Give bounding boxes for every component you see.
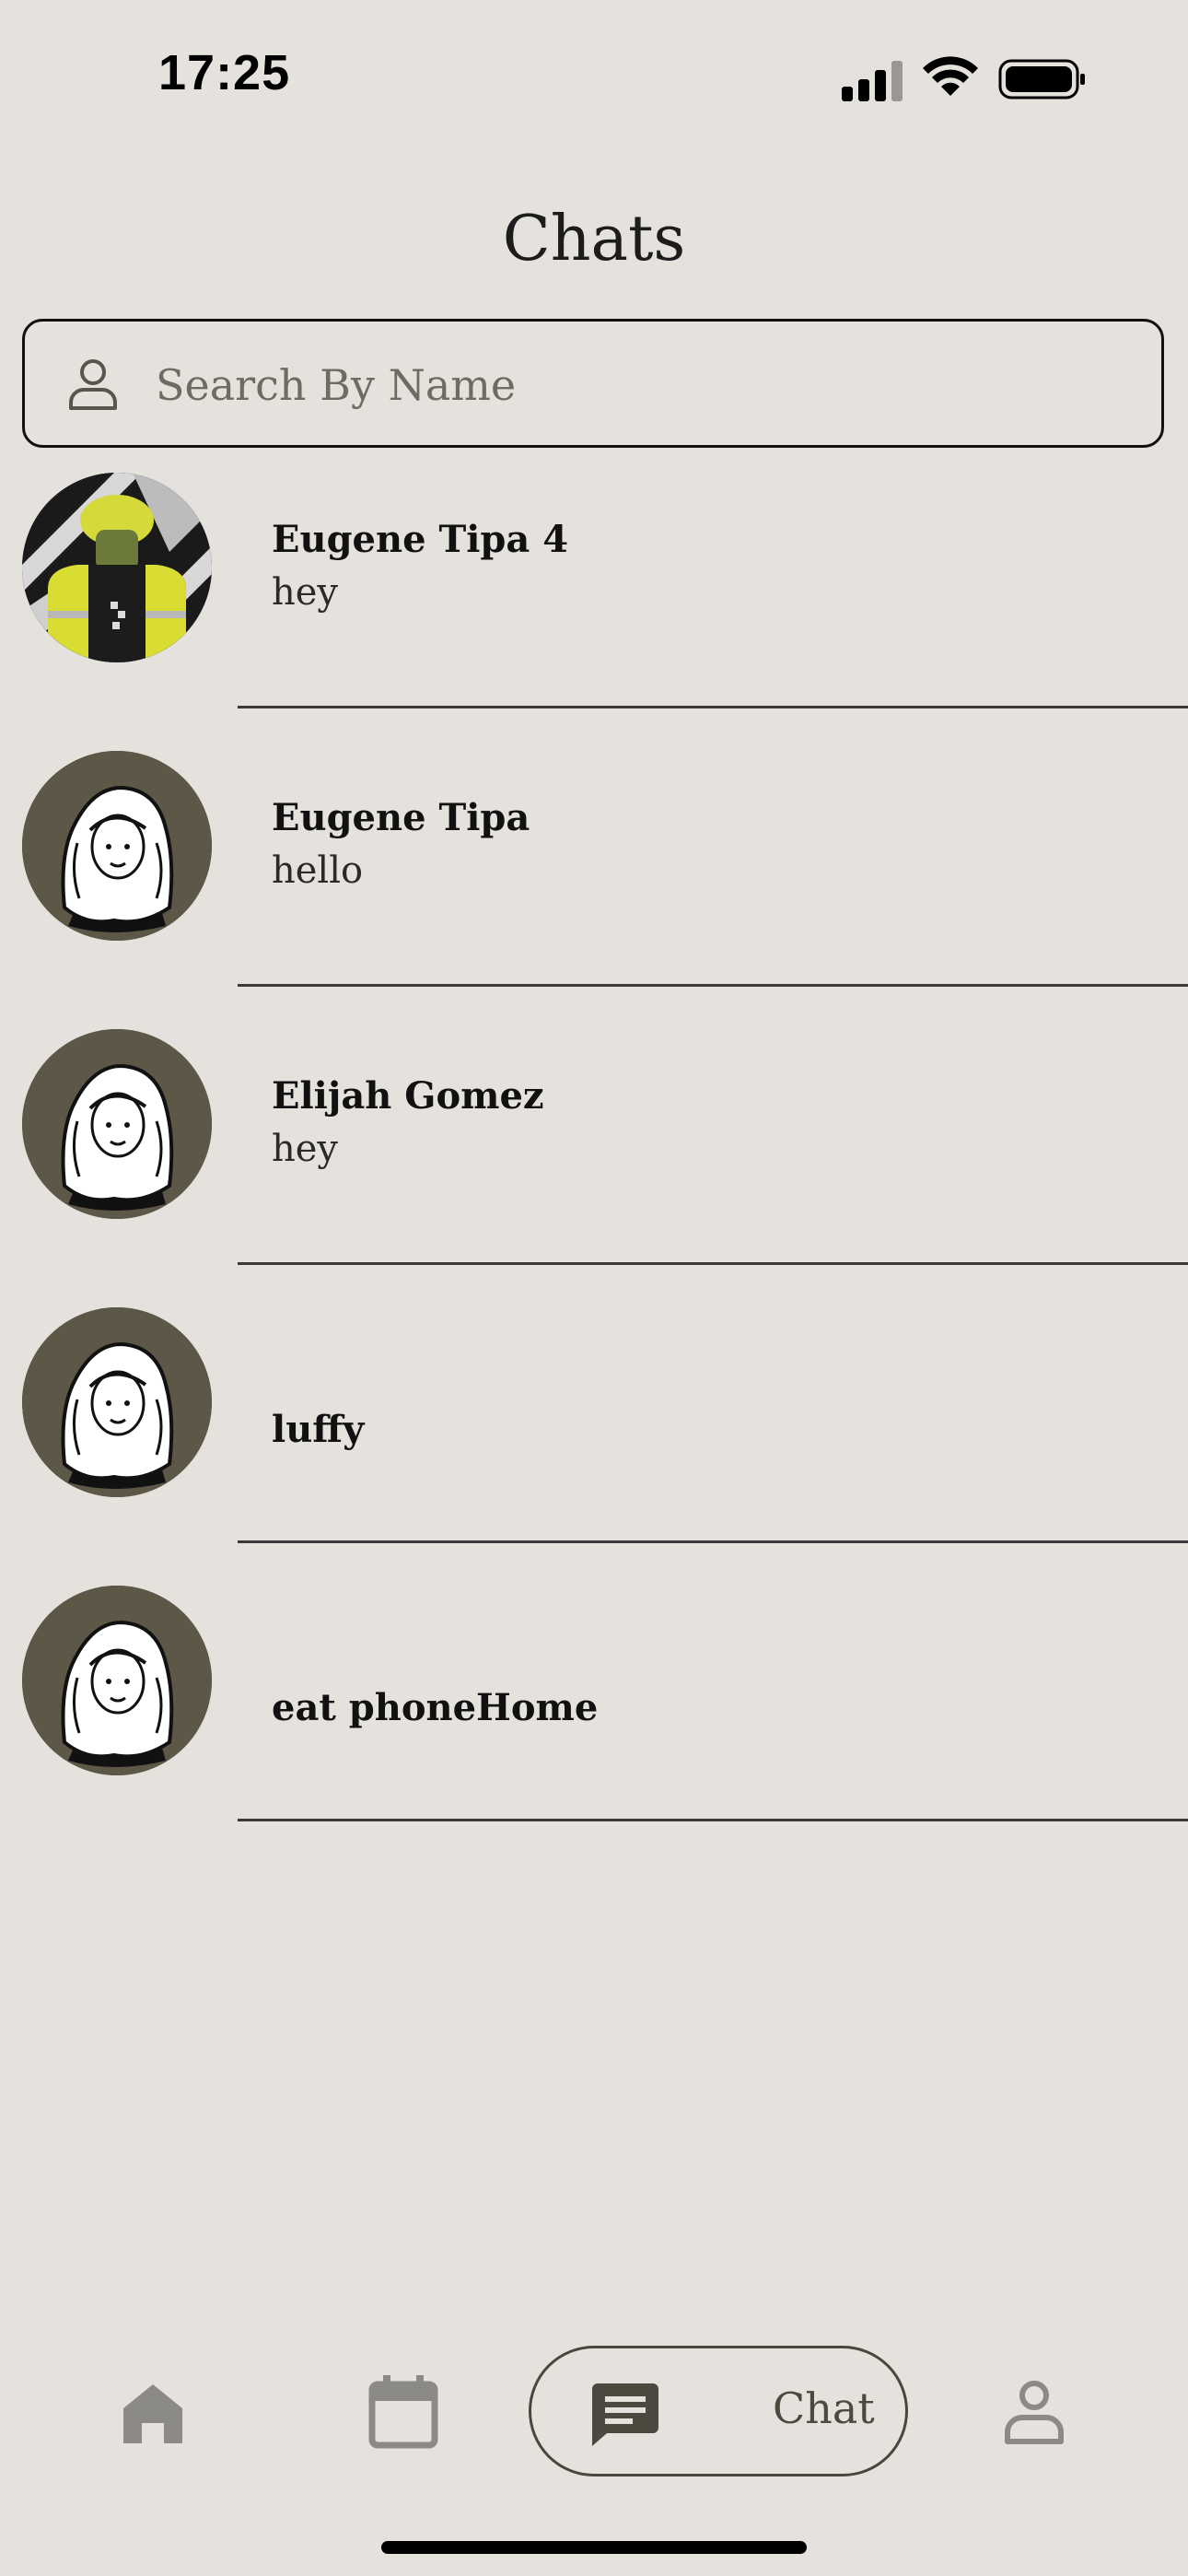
status-icons — [840, 55, 1089, 105]
chat-list: Eugene Tipa 4 hey Eugene Tipa hello Elij… — [0, 461, 1188, 1852]
chat-name: Elijah Gomez — [272, 1074, 544, 1118]
chat-item[interactable]: Eugene Tipa 4 hey — [0, 461, 1188, 739]
chat-item[interactable]: eat phoneHome — [0, 1574, 1188, 1852]
divider — [238, 1262, 1188, 1265]
home-icon — [123, 2384, 182, 2443]
chat-preview: hey — [272, 571, 339, 614]
tab-profile[interactable] — [1004, 2379, 1065, 2445]
avatar — [22, 1307, 212, 1497]
chat-name: eat phoneHome — [272, 1686, 599, 1729]
tab-calendar[interactable] — [368, 2375, 438, 2449]
calendar-icon — [368, 2375, 438, 2449]
cellular-signal-icon — [842, 61, 903, 101]
divider — [238, 1540, 1188, 1543]
divider — [238, 984, 1188, 987]
tab-home[interactable] — [120, 2381, 186, 2447]
divider — [238, 1819, 1188, 1821]
tab-bar: Chat — [0, 2340, 1188, 2488]
chat-preview: hello — [272, 849, 364, 892]
avatar — [22, 1586, 212, 1775]
home-indicator — [381, 2541, 807, 2554]
chat-preview: hey — [272, 1128, 339, 1170]
search-input[interactable] — [154, 347, 1134, 423]
status-time: 17:25 — [158, 45, 291, 100]
tab-chat[interactable]: Chat — [529, 2346, 908, 2476]
avatar — [22, 473, 212, 662]
wifi-icon — [923, 56, 978, 96]
chat-name: Eugene Tipa 4 — [272, 518, 569, 561]
divider — [238, 706, 1188, 708]
person-outline-icon — [65, 357, 121, 412]
avatar — [22, 751, 212, 941]
chat-bubble-icon — [592, 2383, 658, 2446]
chat-item[interactable]: Elijah Gomez hey — [0, 1017, 1188, 1295]
chat-item[interactable]: luffy — [0, 1295, 1188, 1574]
page-title: Chats — [502, 203, 686, 275]
battery-icon — [998, 59, 1085, 100]
chat-item[interactable]: Eugene Tipa hello — [0, 739, 1188, 1017]
tab-chat-label: Chat — [773, 2383, 875, 2433]
avatar — [22, 1029, 212, 1219]
chats-screen: 17:25 Chats Search By Name Eugene Tipa 4… — [0, 0, 1188, 2576]
chat-name: Eugene Tipa — [272, 796, 530, 839]
chat-name: luffy — [272, 1408, 365, 1451]
search-bar[interactable] — [22, 319, 1164, 448]
profile-icon — [1005, 2381, 1064, 2444]
